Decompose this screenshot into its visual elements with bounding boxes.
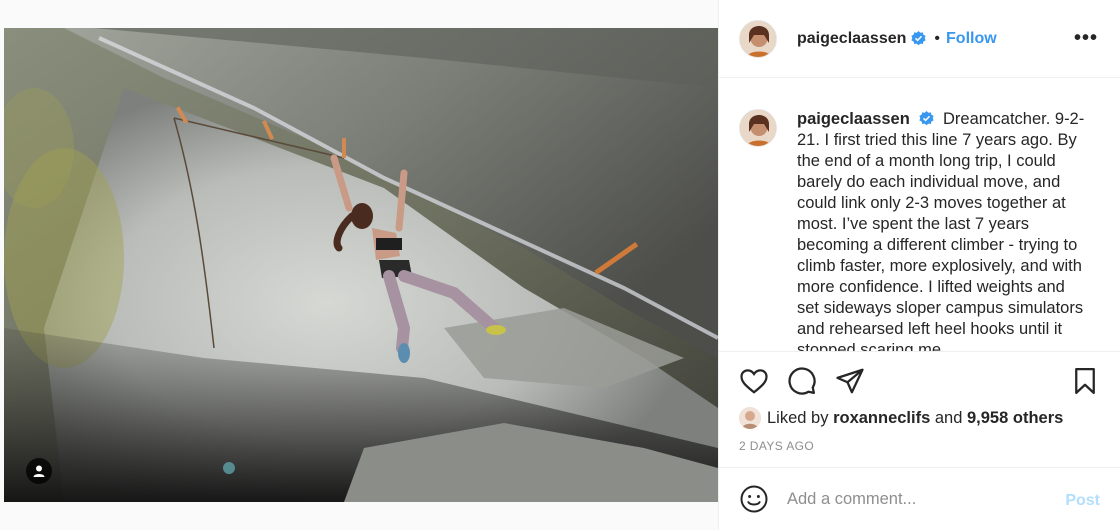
caption-avatar[interactable] xyxy=(739,109,777,147)
post-header: paigeclaassen • Follow ••• xyxy=(719,0,1120,78)
verified-badge-icon xyxy=(911,31,927,46)
likes-others-link[interactable]: 9,958 others xyxy=(967,409,1063,428)
comment-bar: Post xyxy=(719,467,1120,530)
likes-summary: Liked by roxanneclifs and 9,958 others xyxy=(739,405,1063,431)
heart-icon[interactable] xyxy=(739,366,769,396)
climbing-photo xyxy=(4,28,718,502)
verified-badge-icon xyxy=(919,111,935,126)
likes-middle: and xyxy=(934,408,963,427)
caption-text: paigeclaassen Dreamcatcher. 9-2-21. I fi… xyxy=(797,109,1087,352)
post-author-username[interactable]: paigeclaassen xyxy=(797,30,906,48)
avatar-image xyxy=(740,20,776,57)
liker-avatar[interactable] xyxy=(739,407,761,429)
post-comment-button[interactable]: Post xyxy=(1065,492,1100,510)
caption-section[interactable]: paigeclaassen Dreamcatcher. 9-2-21. I fi… xyxy=(719,79,1120,352)
bookmark-icon[interactable] xyxy=(1070,366,1100,396)
liker-username[interactable]: roxanneclifs xyxy=(833,409,930,428)
comment-bubble-icon[interactable] xyxy=(787,366,817,396)
action-bar xyxy=(719,362,1120,402)
post-photo[interactable] xyxy=(4,28,718,502)
caption-username[interactable]: paigeclaassen xyxy=(797,110,910,128)
separator-dot: • xyxy=(934,29,941,47)
post-timestamp[interactable]: 2 DAYS AGO xyxy=(739,439,814,453)
tag-button[interactable] xyxy=(26,458,52,484)
avatar-image xyxy=(740,110,776,146)
paper-plane-icon[interactable] xyxy=(835,366,865,396)
follow-button[interactable]: Follow xyxy=(946,30,997,48)
user-tag-icon xyxy=(33,465,45,477)
comment-input[interactable] xyxy=(787,489,1047,509)
smiley-icon[interactable] xyxy=(739,484,769,514)
post-sidebar: paigeclaassen • Follow ••• paigeclaassen xyxy=(718,0,1120,530)
likes-prefix: Liked by xyxy=(767,408,829,427)
caption-body: Dreamcatcher. 9-2-21. I first tried this… xyxy=(797,110,1085,352)
avatar[interactable] xyxy=(739,19,777,58)
more-options-button[interactable]: ••• xyxy=(1074,28,1098,48)
avatar-image xyxy=(739,407,761,429)
